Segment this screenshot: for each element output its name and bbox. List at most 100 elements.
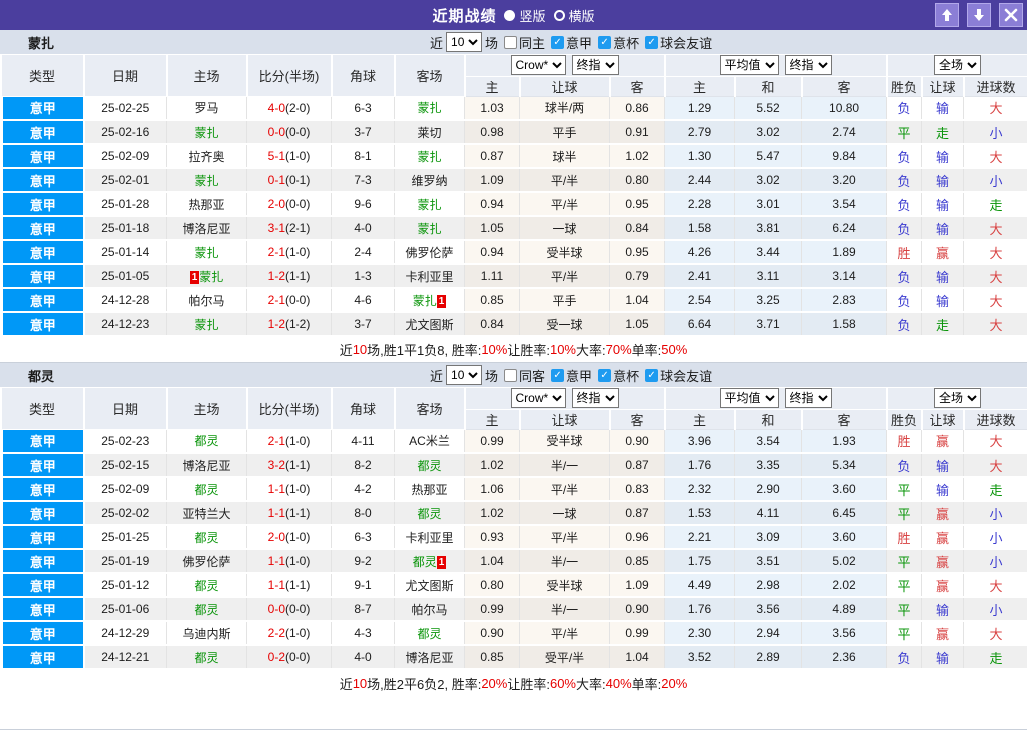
score-cell: 3-1(2-1): [246, 216, 332, 241]
bookmaker-select[interactable]: Crow*: [510, 55, 566, 76]
result-handicap: 赢: [921, 525, 965, 550]
ah-away-odds: 0.87: [609, 501, 666, 526]
corner-cell: 4-0: [331, 216, 395, 241]
result-handicap: 赢: [921, 573, 965, 598]
euro-final-select[interactable]: 终指: [784, 55, 832, 76]
col-handicap-result: 让球: [921, 409, 965, 430]
move-up-button[interactable]: [935, 3, 959, 27]
result-outcome: 平: [886, 477, 923, 502]
team-link: 蒙扎: [199, 269, 224, 284]
corner-cell: 8-0: [331, 501, 395, 526]
corner-cell: 9-6: [331, 192, 395, 217]
result-goals: 小: [963, 168, 1027, 193]
scope-select[interactable]: 全场: [934, 388, 982, 409]
ah-line: 受半球: [519, 240, 610, 265]
arrow-down-icon: [974, 9, 984, 21]
col-type: 类型: [1, 388, 85, 430]
italy-cup-checkbox[interactable]: ✓: [598, 368, 612, 382]
home-team-cell: 蒙扎: [166, 168, 247, 193]
team-link: 蒙扎: [417, 221, 442, 236]
league-cell: 意甲: [0, 525, 85, 550]
eu-home-odds: 2.41: [664, 264, 736, 289]
ah-away-odds: 0.87: [609, 453, 666, 478]
club-friendly-checkbox[interactable]: ✓: [645, 368, 659, 382]
result-outcome: 平: [886, 621, 923, 646]
eu-away-odds: 6.24: [801, 216, 888, 241]
match-count-select[interactable]: 10: [446, 32, 483, 52]
radio-selected-icon[interactable]: [504, 9, 516, 21]
ah-away-odds: 0.83: [609, 477, 666, 502]
move-down-button[interactable]: [967, 3, 991, 27]
date-cell: 25-02-23: [83, 429, 167, 454]
radio-unselected-icon[interactable]: [553, 9, 565, 21]
team-link: 博洛尼亚: [182, 221, 231, 236]
home-team-cell: 博洛尼亚: [166, 453, 247, 478]
result-goals: 大: [963, 453, 1027, 478]
col-type: 类型: [1, 55, 85, 97]
games-label: 场: [485, 368, 499, 384]
halftime-score: (1-0): [285, 149, 311, 163]
home-team-cell: 都灵: [166, 597, 247, 622]
team-name: 蒙扎: [28, 35, 55, 51]
filter-controls: 近 10 场 同客 ✓ 意甲 ✓ 意杯 ✓ 球会友谊: [430, 365, 712, 385]
close-button[interactable]: [999, 3, 1023, 27]
away-team-cell: 蒙扎 1: [394, 288, 465, 313]
team-link: 热那亚: [188, 197, 225, 212]
result-goals: 大: [963, 144, 1027, 169]
eu-home-odds: 3.52: [664, 645, 736, 670]
summary-segment: 大率:: [576, 676, 606, 692]
result-goals: 大: [963, 216, 1027, 241]
corner-cell: 8-1: [331, 144, 395, 169]
handicap-final-select[interactable]: 终指: [571, 388, 619, 409]
away-team-cell: 莱切: [394, 120, 465, 145]
same-venue-checkbox[interactable]: [504, 35, 518, 49]
col-result: 胜负: [886, 76, 923, 97]
eu-draw-odds: 2.94: [734, 621, 803, 646]
eu-home-odds: 2.54: [664, 288, 736, 313]
col-ah-away: 客: [609, 409, 666, 430]
ah-away-odds: 0.85: [609, 549, 666, 574]
score-cell: 1-1(1-1): [246, 573, 332, 598]
col-eu-home: 主: [664, 76, 736, 97]
handicap-final-select[interactable]: 终指: [571, 55, 619, 76]
fulltime-score: 1-1: [267, 506, 285, 520]
halftime-score: (0-0): [285, 293, 311, 307]
serie-a-checkbox[interactable]: ✓: [551, 368, 565, 382]
scope-select[interactable]: 全场: [934, 55, 982, 76]
ah-line: 一球: [519, 216, 610, 241]
team-link: 蒙扎: [417, 197, 442, 212]
col-score: 比分(半场): [246, 55, 333, 97]
eu-draw-odds: 3.09: [734, 525, 803, 550]
serie-a-checkbox[interactable]: ✓: [551, 35, 565, 49]
match-count-select[interactable]: 10: [446, 365, 483, 385]
match-row: 意甲 25-01-25 都灵 2-0(1-0) 6-3 卡利亚里 0.93 平/半 0.96 2.…: [0, 525, 1027, 550]
summary-line-monza: 近 10 场,胜1平1负8, 胜率: 10% 让胜率: 10% 大率: 70% 单率: 50…: [0, 337, 1027, 362]
summary-segment: 让胜率:: [507, 343, 550, 358]
ah-line: 球半: [519, 144, 610, 169]
ah-line: 平/半: [519, 168, 610, 193]
club-friendly-checkbox[interactable]: ✓: [645, 35, 659, 49]
team-link: 佛罗伦萨: [405, 245, 454, 260]
serie-a-label: 意甲: [566, 35, 593, 51]
layout-radio-horizontal[interactable]: 横版: [553, 6, 595, 25]
halftime-score: (2-0): [285, 100, 311, 115]
col-eu-draw: 和: [734, 76, 803, 97]
average-select[interactable]: 平均值: [719, 55, 779, 76]
euro-final-select[interactable]: 终指: [784, 388, 832, 409]
arrow-up-icon: [942, 9, 952, 21]
layout-radio-vertical[interactable]: 竖版: [504, 6, 546, 25]
team-link: 拉齐奥: [188, 149, 225, 164]
col-ah-line: 让球: [519, 409, 611, 430]
away-team-cell: AC米兰: [394, 429, 465, 454]
average-select[interactable]: 平均值: [719, 388, 779, 409]
eu-draw-odds: 3.51: [734, 549, 803, 574]
handicap-group-header: Crow* 终指: [464, 388, 666, 410]
league-cell: 意甲: [0, 597, 85, 622]
fulltime-score: 3-1: [267, 221, 285, 235]
eu-away-odds: 3.14: [801, 264, 888, 289]
score-cell: 0-1(0-1): [246, 168, 332, 193]
italy-cup-checkbox[interactable]: ✓: [598, 35, 612, 49]
eu-away-odds: 2.74: [801, 120, 888, 145]
bookmaker-select[interactable]: Crow*: [510, 388, 566, 409]
same-venue-checkbox[interactable]: [504, 368, 518, 382]
